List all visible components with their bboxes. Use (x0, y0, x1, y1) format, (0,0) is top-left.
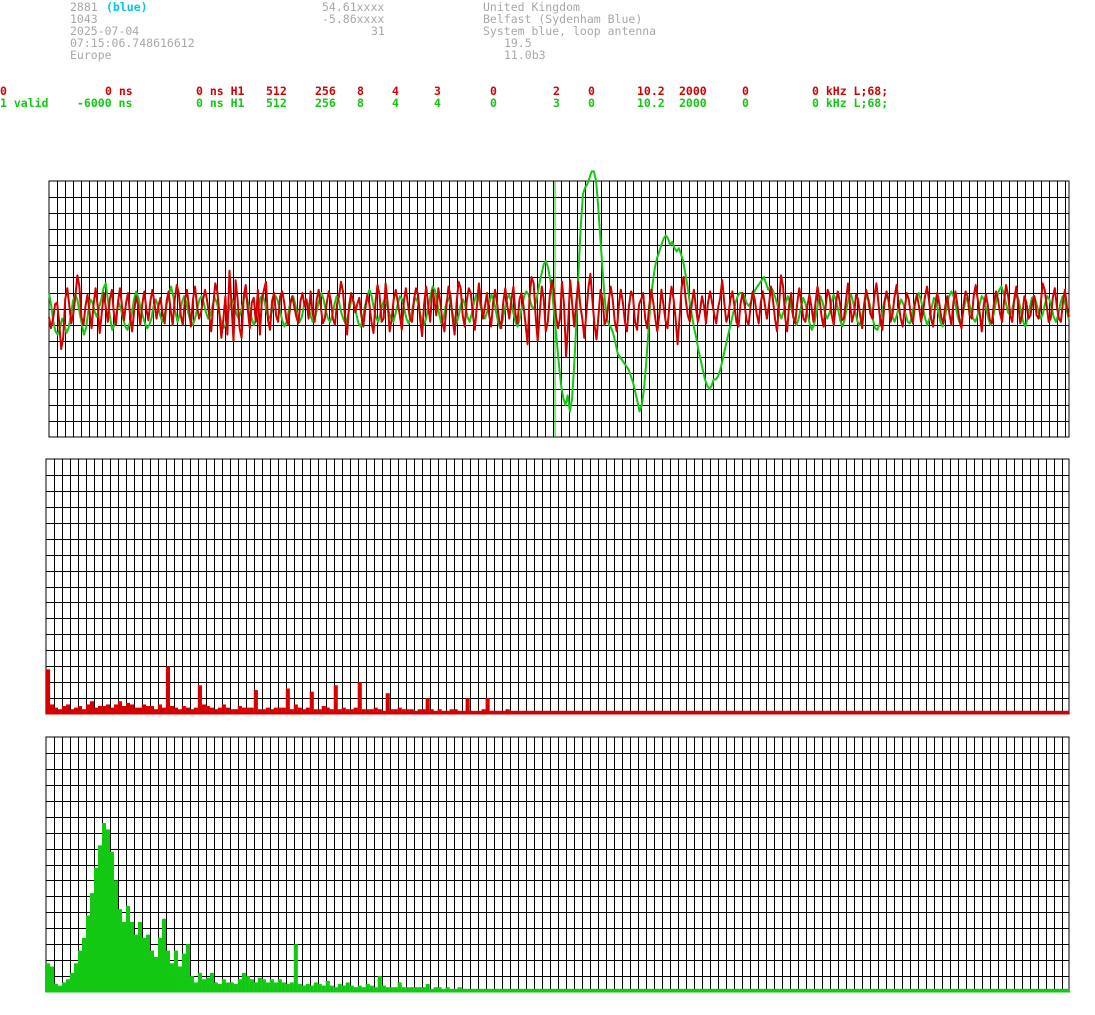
green-spectrum-bar (101, 823, 107, 992)
red-spectrum-bar (46, 669, 51, 715)
green-spectrum-bar (205, 977, 210, 992)
green-spectrum-panel-border (45, 736, 1070, 993)
red-spectrum-panel-border (45, 458, 1070, 715)
green-spectrum-bar (113, 880, 119, 992)
green-spectrum-bar (141, 937, 147, 992)
red-spectrum-bar (285, 688, 290, 714)
green-spectrum-panel-grid (45, 736, 1070, 993)
green-spectrum-bar (185, 944, 190, 992)
red-spectrum-bar (485, 698, 490, 714)
red-spectrum-bar (253, 690, 258, 714)
green-spectrum-bar (105, 829, 111, 992)
red-spectrum-panel-grid (45, 458, 1070, 715)
green-spectrum-bar (50, 966, 55, 992)
red-spectrum-bar (89, 701, 95, 714)
red-spectrum-bar (165, 666, 170, 714)
red-spectrum-bar (117, 701, 123, 714)
red-spectrum-bar (425, 698, 430, 714)
green-spectrum-bar (197, 972, 202, 993)
green-spectrum-bar (133, 934, 139, 993)
green-spectrum-bar (269, 979, 274, 992)
green-spectrum-bar (97, 845, 103, 993)
green-spectrum-bar (153, 956, 158, 992)
green-spectrum-bar (77, 950, 83, 992)
green-spectrum-bar (129, 921, 135, 993)
green-spectrum-bar (257, 977, 262, 992)
red-spectrum-bars (46, 666, 1070, 715)
plots-canvas (45, 170, 1070, 993)
green-spectrum-bar (137, 921, 143, 993)
green-spectrum-bar (85, 915, 91, 992)
green-spectrum-bar (69, 972, 75, 993)
green-spectrum-bar (149, 950, 154, 992)
green-spectrum-bars (46, 823, 1070, 993)
green-spectrum-bar (117, 909, 123, 993)
green-spectrum-bar (169, 963, 174, 992)
green-spectrum-bar (181, 953, 186, 992)
green-spectrum-bar (157, 937, 162, 992)
red-spectrum-bar (197, 685, 202, 714)
green-spectrum-bar (161, 918, 166, 992)
green-spectrum-bar (46, 963, 51, 992)
red-spectrum-bar (357, 682, 362, 715)
green-spectrum-bar (245, 976, 250, 992)
green-spectrum-bar (173, 950, 178, 992)
green-spectrum-bar (293, 944, 298, 992)
green-spectrum-bar (261, 979, 266, 992)
red-spectrum-bar (385, 693, 390, 714)
green-spectrum-bar (209, 972, 214, 993)
green-spectrum-bar (241, 972, 246, 993)
green-spectrum-bar (377, 976, 382, 992)
green-spectrum-bar (109, 851, 115, 992)
red-spectrum-bar (309, 691, 314, 714)
data-layer (46, 170, 1070, 993)
green-spectrum-bar (89, 893, 95, 992)
green-spectrum-bar (277, 979, 282, 992)
green-spectrum-bar (81, 937, 87, 992)
green-spectrum-bar (121, 921, 127, 993)
green-spectrum-bar (325, 980, 330, 992)
green-spectrum-bar (177, 966, 182, 992)
green-spectrum-bar (73, 963, 79, 992)
green-spectrum-bar (201, 979, 206, 992)
red-spectrum-bar (465, 698, 470, 714)
green-spectrum-bar (221, 979, 226, 992)
red-spectrum-bar (125, 702, 131, 714)
red-spectrum-bar (333, 685, 338, 714)
green-spectrum-bar (125, 905, 131, 992)
green-spectrum-bar (237, 979, 242, 992)
green-spectrum-bar (165, 950, 170, 992)
green-spectrum-bar (65, 979, 71, 992)
green-spectrum-bar (145, 934, 150, 993)
green-spectrum-bar (249, 979, 254, 992)
green-spectrum-bar (93, 867, 99, 992)
green-spectrum-bar (189, 976, 194, 992)
